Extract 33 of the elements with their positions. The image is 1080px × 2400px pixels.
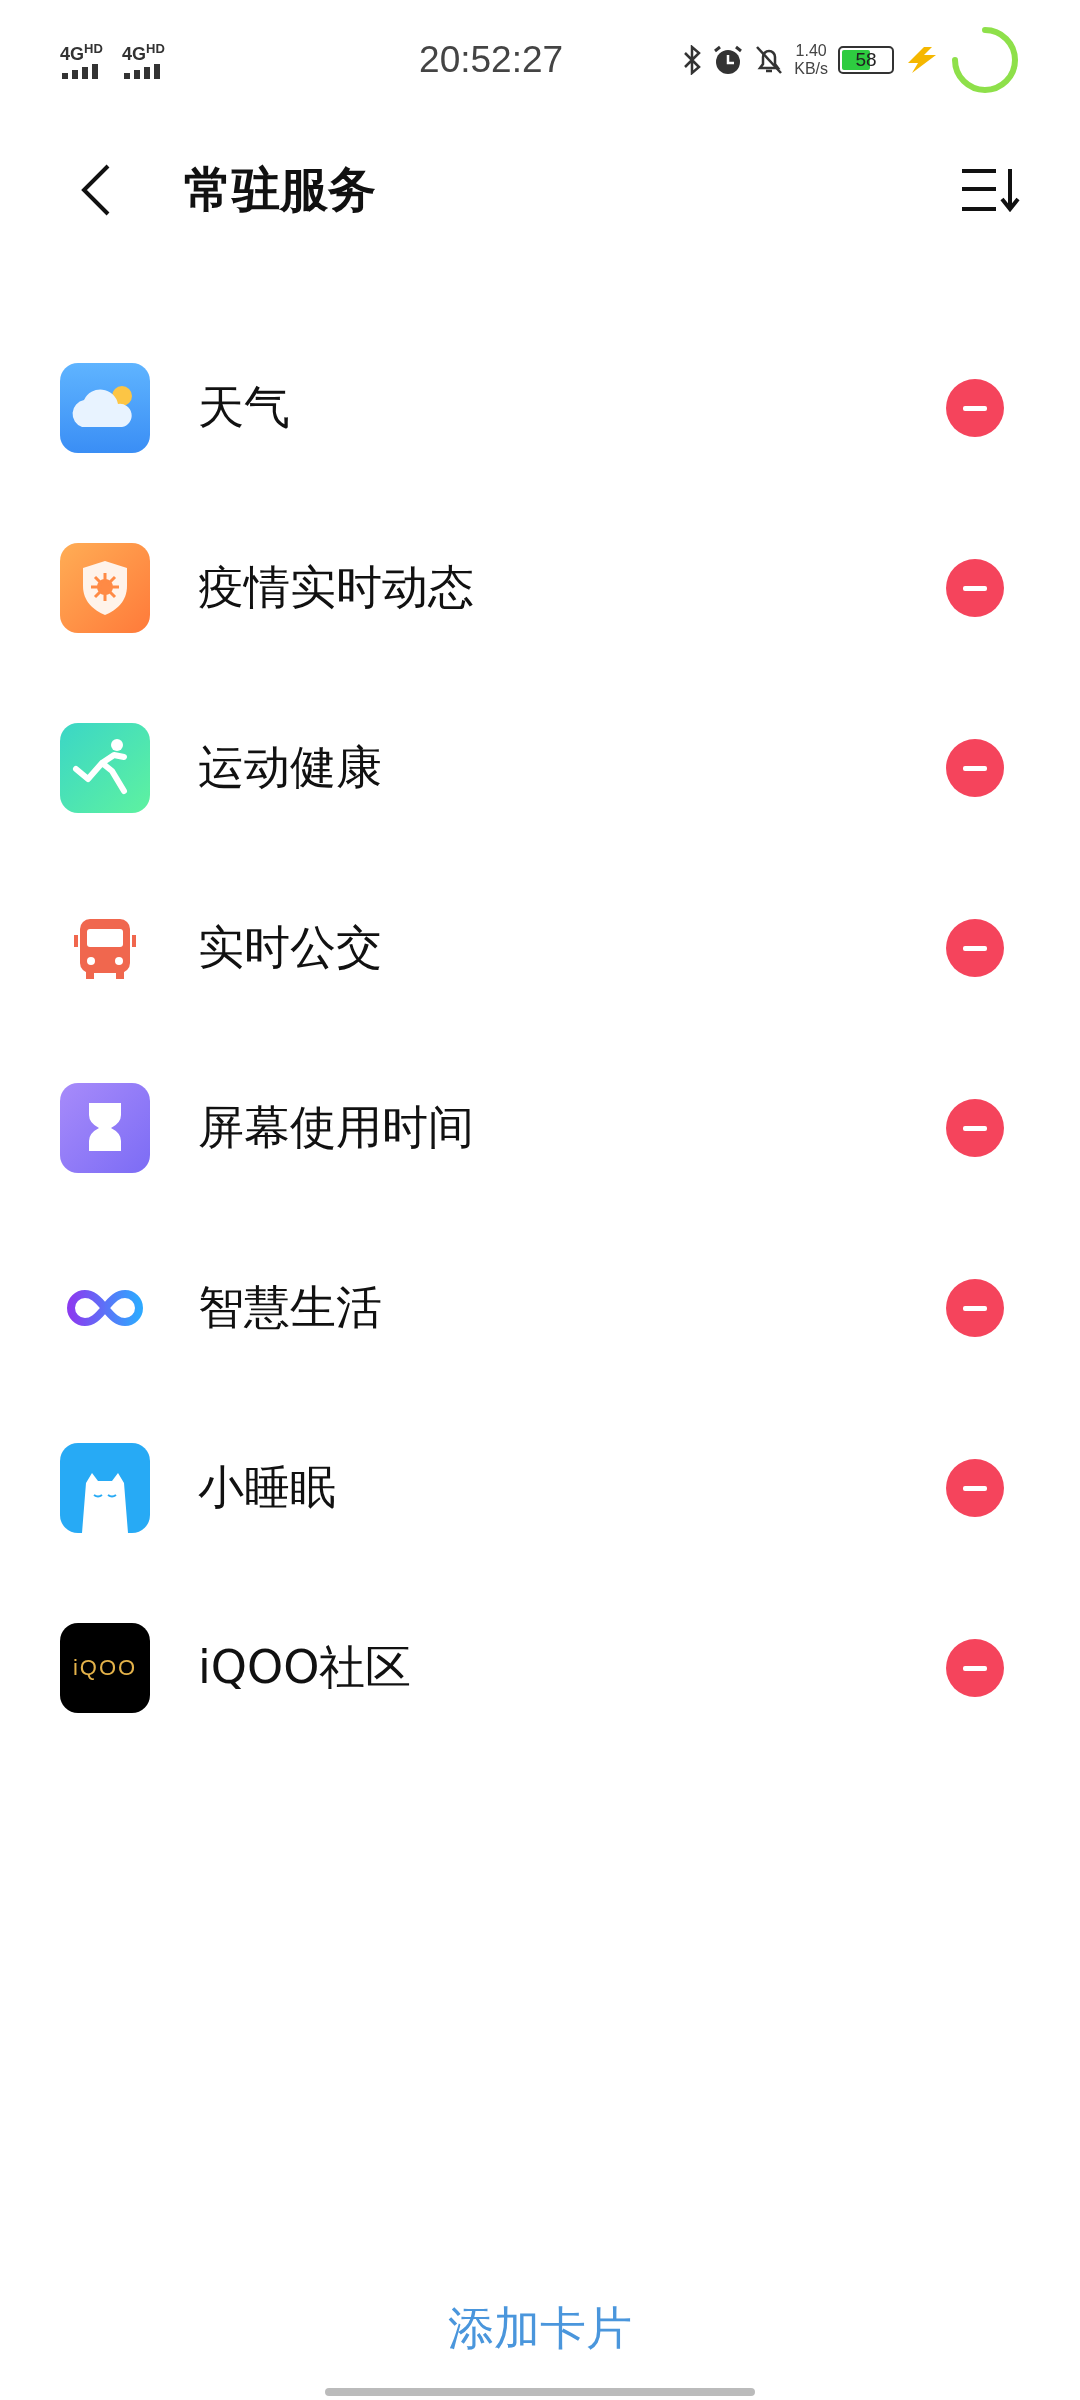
bluetooth-icon [682, 45, 703, 75]
remove-button[interactable] [946, 1459, 1004, 1517]
cat-icon [60, 1443, 150, 1533]
remove-button[interactable] [946, 1639, 1004, 1697]
page-title: 常驻服务 [184, 160, 377, 219]
service-name: 智慧生活 [198, 1279, 383, 1336]
service-name: 疫情实时动态 [198, 559, 475, 616]
remove-button[interactable] [946, 379, 1004, 437]
remove-button[interactable] [946, 559, 1004, 617]
service-name: 运动健康 [198, 739, 383, 796]
add-card-button[interactable]: 添加卡片 [428, 2288, 652, 2370]
clock-time: 20:52:27 [418, 39, 565, 81]
cloud-sun-icon [60, 363, 150, 453]
remove-button[interactable] [946, 1279, 1004, 1337]
speed-unit: KB/s [794, 60, 828, 78]
remove-button[interactable] [946, 919, 1004, 977]
service-name: 实时公交 [198, 919, 383, 976]
hourglass-icon [60, 1083, 150, 1173]
service-name: 小睡眠 [198, 1459, 337, 1516]
runner-icon [60, 723, 150, 813]
remove-button[interactable] [946, 1099, 1004, 1157]
bell-off-icon [754, 44, 785, 76]
network-speed: 1.40 [795, 42, 827, 60]
alarm-icon [712, 44, 745, 76]
service-name: iQOO社区 [198, 1639, 413, 1696]
service-name: 屏幕使用时间 [198, 1099, 475, 1156]
network-type: 4G$^{HD}$ [60, 41, 103, 63]
app-logo: iQOO [60, 1623, 150, 1713]
network-type: 4G$^{HD}$ [122, 41, 165, 63]
shield-virus-icon [60, 543, 150, 633]
progress-ring-icon [950, 25, 1020, 95]
service-name: 天气 [198, 379, 291, 436]
remove-button[interactable] [946, 739, 1004, 797]
